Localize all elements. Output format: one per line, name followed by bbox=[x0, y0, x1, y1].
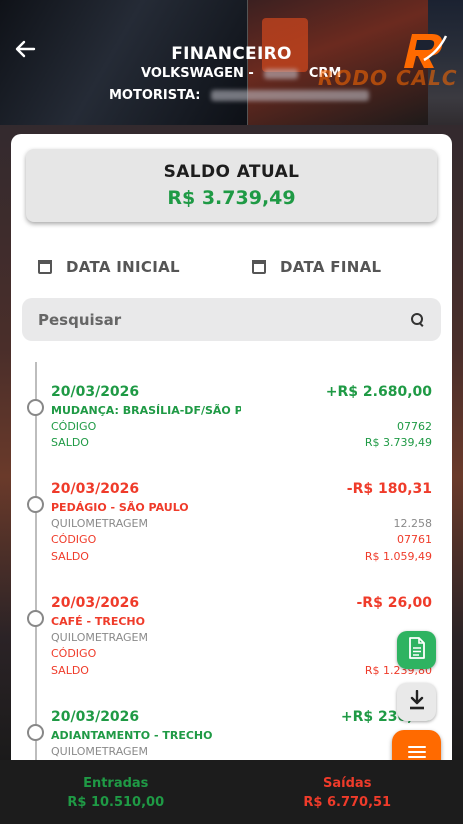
odometer-label: QUILOMETRAGEM bbox=[51, 631, 149, 644]
code-value: 07761 bbox=[397, 533, 432, 546]
current-balance-value: R$ 3.739,49 bbox=[167, 187, 296, 209]
entry-amount: +R$ 2.680,00 bbox=[325, 384, 432, 400]
calendar-icon bbox=[38, 260, 52, 274]
timeline-dot bbox=[27, 724, 44, 741]
entry-date: 20/03/2026 bbox=[51, 481, 140, 497]
driver-name-redacted bbox=[211, 90, 370, 101]
entry-description: CAFÉ - TRECHO bbox=[51, 615, 145, 628]
code-value: 07762 bbox=[397, 420, 432, 433]
search-placeholder: Pesquisar bbox=[38, 310, 122, 329]
driver-info: MOTORISTA: bbox=[109, 88, 370, 103]
entry-date: 20/03/2026 bbox=[51, 595, 140, 611]
entry-date: 20/03/2026 bbox=[51, 384, 140, 400]
search-icon[interactable] bbox=[411, 312, 425, 327]
download-icon bbox=[408, 689, 426, 714]
code-label: CÓDIGO bbox=[51, 533, 97, 546]
odometer-value: 12.258 bbox=[393, 517, 433, 530]
totals-footer: Entradas R$ 10.510,00 Saídas R$ 6.770,51 bbox=[0, 760, 463, 824]
document-icon bbox=[408, 637, 426, 663]
balance-label: SALDO bbox=[51, 664, 89, 677]
expense-total: Saídas R$ 6.770,51 bbox=[232, 760, 463, 824]
entry-amount: -R$ 180,31 bbox=[346, 481, 432, 497]
expense-label: Saídas bbox=[323, 776, 372, 791]
vehicle-plate-redacted bbox=[264, 68, 299, 79]
entry-description: PEDÁGIO - SÃO PAULO bbox=[51, 501, 189, 514]
entry-description: MUDANÇA: BRASÍLIA-DF/SÃO PAULO bbox=[51, 404, 241, 417]
current-balance-label: SALDO ATUAL bbox=[163, 162, 300, 182]
balance-value: R$ 3.739,49 bbox=[364, 436, 432, 449]
balance-value: R$ 1.059,49 bbox=[364, 550, 432, 563]
entry-date: 20/03/2026 bbox=[51, 709, 140, 725]
list-item[interactable]: 20/03/2026 -R$ 26,00 CAFÉ - TRECHO QUILO… bbox=[11, 595, 452, 705]
income-label: Entradas bbox=[83, 776, 149, 791]
report-button[interactable] bbox=[397, 631, 436, 669]
vehicle-info: VOLKSWAGEN - CRM bbox=[141, 66, 341, 81]
search-input[interactable]: Pesquisar bbox=[22, 298, 441, 341]
timeline-dot bbox=[27, 496, 44, 513]
start-date-label: DATA INICIAL bbox=[66, 258, 180, 276]
transaction-list[interactable]: 20/03/2026 +R$ 2.680,00 MUDANÇA: BRASÍLI… bbox=[11, 362, 452, 774]
balance-label: SALDO bbox=[51, 436, 89, 449]
start-date-picker[interactable]: DATA INICIAL bbox=[38, 255, 180, 279]
timeline-dot bbox=[27, 399, 44, 416]
code-label: CÓDIGO bbox=[51, 647, 97, 660]
list-item[interactable]: 20/03/2026 -R$ 180,31 PEDÁGIO - SÃO PAUL… bbox=[11, 481, 452, 591]
odometer-label: QUILOMETRAGEM bbox=[51, 745, 149, 758]
finance-card: SALDO ATUAL R$ 3.739,49 DATA INICIAL DAT… bbox=[11, 134, 452, 774]
app-logo bbox=[400, 30, 448, 70]
balance-label: SALDO bbox=[51, 550, 89, 563]
odometer-label: QUILOMETRAGEM bbox=[51, 517, 149, 530]
income-total: Entradas R$ 10.510,00 bbox=[0, 760, 232, 824]
end-date-picker[interactable]: DATA FINAL bbox=[252, 255, 381, 279]
current-balance-box: SALDO ATUAL R$ 3.739,49 bbox=[26, 149, 437, 222]
list-item[interactable]: 20/03/2026 +R$ 2.680,00 MUDANÇA: BRASÍLI… bbox=[11, 384, 452, 479]
calendar-icon bbox=[252, 260, 266, 274]
page-title: FINANCEIRO bbox=[171, 44, 292, 64]
download-button[interactable] bbox=[397, 683, 436, 721]
end-date-label: DATA FINAL bbox=[280, 258, 382, 276]
entry-amount: -R$ 26,00 bbox=[356, 595, 433, 611]
code-label: CÓDIGO bbox=[51, 420, 97, 433]
entry-description: ADIANTAMENTO - TRECHO bbox=[51, 729, 213, 742]
expense-value: R$ 6.770,51 bbox=[303, 795, 392, 810]
income-value: R$ 10.510,00 bbox=[67, 795, 165, 810]
driver-label: MOTORISTA: bbox=[109, 88, 201, 103]
vehicle-brand: VOLKSWAGEN - bbox=[141, 66, 254, 81]
timeline-dot bbox=[27, 610, 44, 627]
